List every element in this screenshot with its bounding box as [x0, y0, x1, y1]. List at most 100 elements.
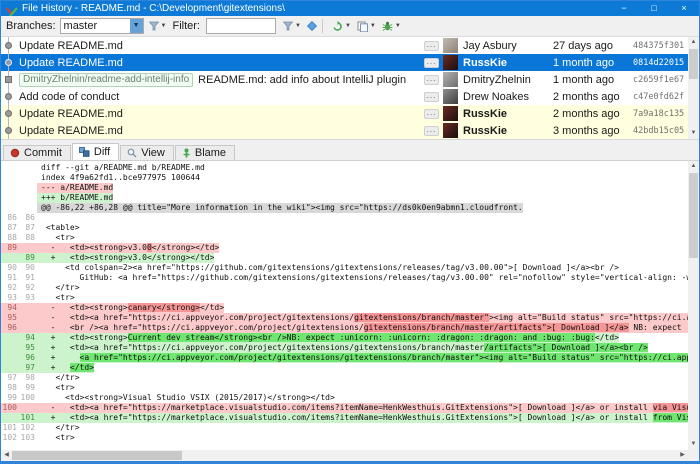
scroll-left-icon[interactable]: ◀ — [1, 450, 12, 461]
new-line-number: 98 — [19, 373, 37, 383]
commit-list-scrollbar[interactable]: ▲ ▼ — [688, 37, 699, 139]
commit-message: Update README.md — [17, 57, 424, 69]
old-line-number: 101 — [1, 423, 19, 433]
tab-blame[interactable]: Blame — [175, 145, 235, 160]
chevron-down-icon[interactable]: ▼ — [130, 19, 143, 33]
diff-line: 97 + </td> — [1, 363, 688, 373]
old-line-number — [1, 183, 19, 193]
new-line-number: 87 — [19, 223, 37, 233]
more-actions-button[interactable]: ... — [424, 109, 439, 119]
blame-icon — [182, 148, 191, 158]
branch-combobox[interactable]: master ▼ — [60, 18, 144, 34]
script-button[interactable]: ▼ — [356, 20, 377, 33]
old-line-number: 99 — [1, 393, 19, 403]
new-line-number: 86 — [19, 213, 37, 223]
commit-row[interactable]: DmitryZhelnin/readme-add-intellij-infoRE… — [1, 71, 699, 88]
old-line-number: 95 — [1, 313, 19, 323]
diff-line-text: </tr> — [37, 423, 80, 433]
graph-node-icon — [5, 42, 12, 49]
commit-row[interactable]: Update README.md...RussKie1 month ago081… — [1, 54, 699, 71]
more-actions-button[interactable]: ... — [424, 75, 439, 85]
graph-node-icon — [5, 127, 12, 134]
old-line-number: 92 — [1, 283, 19, 293]
diff-line-text: + <td><a href="https://ci.appveyor.com/p… — [37, 343, 648, 353]
commit-author: RussKie — [463, 125, 553, 137]
minimize-button[interactable]: − — [609, 1, 639, 16]
more-actions-button[interactable]: ... — [424, 41, 439, 51]
commit-list: Update README.md...Jay Asbury27 days ago… — [1, 37, 699, 139]
new-line-number: 100 — [19, 393, 37, 403]
tab-diff[interactable]: Diff — [72, 143, 119, 160]
commit-row[interactable]: Update README.md...RussKie3 months ago42… — [1, 122, 699, 139]
old-line-number: 91 — [1, 273, 19, 283]
commit-author: RussKie — [463, 57, 553, 69]
graph-lane — [1, 122, 17, 139]
tab-view[interactable]: View — [120, 145, 174, 160]
commit-row[interactable]: Update README.md...Jay Asbury27 days ago… — [1, 37, 699, 54]
bug-report-button[interactable]: ▼ — [381, 20, 402, 33]
scroll-up-icon[interactable]: ▲ — [688, 37, 699, 48]
more-actions-button[interactable]: ... — [424, 58, 439, 68]
new-line-number: 95 — [19, 343, 37, 353]
new-line-number: 102 — [19, 423, 37, 433]
branches-label: Branches: — [6, 20, 56, 32]
scrollbar-thumb[interactable] — [12, 451, 182, 460]
diff-line-text: + <td><strong>v3.0</strong></td> — [37, 253, 214, 263]
new-line-number: 88 — [19, 233, 37, 243]
avatar — [443, 38, 458, 53]
scroll-down-icon[interactable]: ▼ — [688, 128, 699, 139]
graph-node-icon — [5, 110, 12, 117]
view-icon — [127, 148, 137, 158]
new-line-number — [19, 243, 37, 253]
scrollbar-thumb[interactable] — [689, 173, 698, 258]
scrollbar-thumb[interactable] — [689, 49, 698, 79]
diff-line-text: <tr> — [37, 383, 75, 393]
old-line-number: 93 — [1, 293, 19, 303]
old-line-number: 87 — [1, 223, 19, 233]
commit-row[interactable]: Add code of conduct...Drew Noakes2 month… — [1, 88, 699, 105]
scroll-down-icon[interactable]: ▼ — [688, 439, 699, 450]
close-button[interactable]: × — [669, 1, 699, 16]
old-line-number — [1, 253, 19, 263]
new-line-number: 94 — [19, 333, 37, 343]
more-actions-button[interactable]: ... — [424, 92, 439, 102]
new-line-number — [19, 403, 37, 413]
diff-line: 89 + <td><strong>v3.0</strong></td> — [1, 253, 688, 263]
branch-filter-button[interactable]: ▼ — [148, 20, 168, 32]
diff-line-text: + <a href="https://ci.appveyor.com/proje… — [37, 353, 688, 363]
diff-viewer: diff --git a/README.md b/README.mdindex … — [1, 161, 688, 450]
diff-line: 95 + <td><a href="https://ci.appveyor.co… — [1, 343, 688, 353]
scroll-right-icon[interactable]: ▶ — [677, 450, 688, 461]
diff-vertical-scrollbar[interactable]: ▲ ▼ — [688, 161, 699, 450]
go-to-commit-button[interactable] — [306, 20, 318, 32]
filter-input[interactable] — [206, 18, 276, 34]
tab-commit[interactable]: Commit — [3, 145, 71, 160]
commit-date: 2 months ago — [553, 108, 633, 120]
more-actions-button[interactable]: ... — [424, 126, 439, 136]
diff-horizontal-scrollbar[interactable]: ◀ ▶ — [1, 450, 688, 461]
new-line-number — [19, 183, 37, 193]
diff-line: +++ b/README.md — [1, 193, 688, 203]
tab-label: View — [141, 147, 165, 159]
commit-date: 3 months ago — [553, 125, 633, 137]
new-line-number: 103 — [19, 433, 37, 443]
refresh-button[interactable]: ▼ — [331, 20, 352, 33]
diff-line: 95 - <td><a href="https://ci.appveyor.co… — [1, 313, 688, 323]
toolbar-filter-button[interactable]: ▼ — [282, 20, 302, 32]
scroll-up-icon[interactable]: ▲ — [688, 161, 699, 172]
old-line-number — [1, 343, 19, 353]
new-line-number — [19, 173, 37, 183]
graph-lane — [1, 54, 17, 71]
diff-line-text: <tr> — [37, 293, 75, 303]
diff-line-text: - <td><a href="https://ci.appveyor.com/p… — [37, 313, 688, 323]
graph-node-icon — [5, 59, 12, 66]
graph-lane — [1, 88, 17, 105]
maximize-button[interactable]: □ — [639, 1, 669, 16]
new-line-number: 93 — [19, 293, 37, 303]
commit-hash: 42bdb15c05 — [633, 126, 685, 136]
tab-label: Commit — [24, 147, 62, 159]
old-line-number — [1, 363, 19, 373]
tab-label: Diff — [94, 146, 110, 158]
commit-date: 2 months ago — [553, 91, 633, 103]
commit-row[interactable]: Update README.md...RussKie2 months ago7a… — [1, 105, 699, 122]
